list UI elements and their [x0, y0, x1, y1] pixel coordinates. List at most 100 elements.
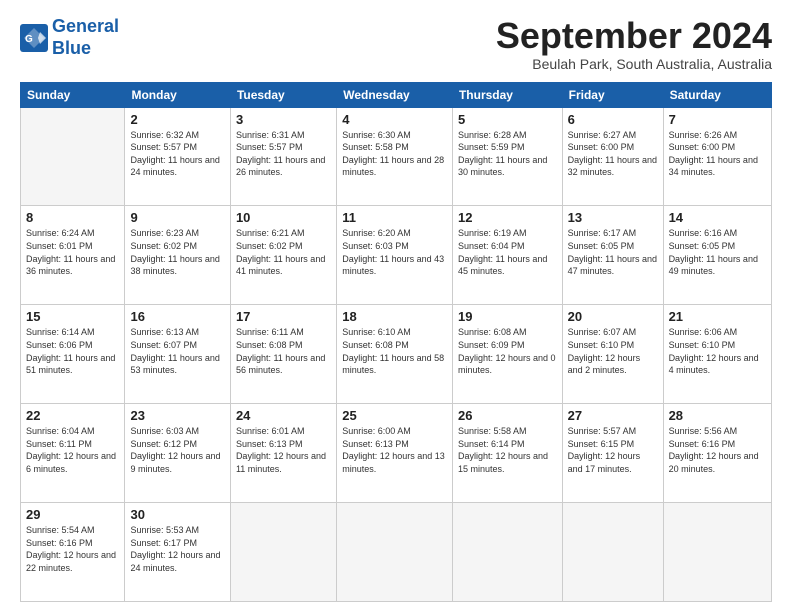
day-info: Sunrise: 6:26 AMSunset: 6:00 PMDaylight:…	[669, 129, 766, 179]
table-row: 15 Sunrise: 6:14 AMSunset: 6:06 PMDayligh…	[21, 305, 125, 404]
table-row	[21, 107, 125, 206]
day-number: 29	[26, 507, 119, 522]
day-number: 21	[669, 309, 766, 324]
table-row: 13Sunrise: 6:17 AMSunset: 6:05 PMDayligh…	[562, 206, 663, 305]
col-tuesday: Tuesday	[230, 82, 336, 107]
day-info: Sunrise: 6:07 AMSunset: 6:10 PMDaylight:…	[568, 326, 658, 376]
table-row	[663, 503, 771, 602]
table-row: 5 Sunrise: 6:28 AMSunset: 5:59 PMDaylight…	[452, 107, 562, 206]
table-row	[562, 503, 663, 602]
title-block: September 2024 Beulah Park, South Austra…	[496, 16, 772, 72]
day-info: Sunrise: 6:27 AMSunset: 6:00 PMDaylight:…	[568, 129, 658, 179]
day-number: 3	[236, 112, 331, 127]
table-row: 10 Sunrise: 6:21 AMSunset: 6:02 PMDayligh…	[230, 206, 336, 305]
calendar-row: 29Sunrise: 5:54 AMSunset: 6:16 PMDayligh…	[21, 503, 772, 602]
table-row: 3 Sunrise: 6:31 AMSunset: 5:57 PMDaylight…	[230, 107, 336, 206]
day-number: 2	[130, 112, 224, 127]
table-row: 18Sunrise: 6:10 AMSunset: 6:08 PMDayligh…	[337, 305, 453, 404]
day-info: Sunrise: 6:31 AMSunset: 5:57 PMDaylight:…	[236, 129, 331, 179]
day-number: 19	[458, 309, 557, 324]
table-row: 17 Sunrise: 6:11 AMSunset: 6:08 PMDayligh…	[230, 305, 336, 404]
day-number: 23	[130, 408, 224, 423]
col-sunday: Sunday	[21, 82, 125, 107]
day-info: Sunrise: 6:00 AMSunset: 6:13 PMDaylight:…	[342, 425, 447, 475]
day-info: Sunrise: 6:32 AMSunset: 5:57 PMDaylight:…	[130, 129, 224, 179]
day-info: Sunrise: 6:14 AMSunset: 6:06 PMDaylight:…	[26, 326, 119, 376]
col-monday: Monday	[125, 82, 230, 107]
day-info: Sunrise: 6:11 AMSunset: 6:08 PMDaylight:…	[236, 326, 331, 376]
calendar-row: 2 Sunrise: 6:32 AMSunset: 5:57 PMDaylight…	[21, 107, 772, 206]
day-number: 13	[568, 210, 658, 225]
day-number: 4	[342, 112, 447, 127]
table-row: 20 Sunrise: 6:07 AMSunset: 6:10 PMDayligh…	[562, 305, 663, 404]
day-info: Sunrise: 6:23 AMSunset: 6:02 PMDaylight:…	[130, 227, 224, 277]
day-info: Sunrise: 6:06 AMSunset: 6:10 PMDaylight:…	[669, 326, 766, 376]
day-info: Sunrise: 6:30 AMSunset: 5:58 PMDaylight:…	[342, 129, 447, 179]
day-number: 6	[568, 112, 658, 127]
header: G General Blue September 2024 Beulah Par…	[20, 16, 772, 72]
table-row: 9 Sunrise: 6:23 AMSunset: 6:02 PMDaylight…	[125, 206, 230, 305]
table-row: 24Sunrise: 6:01 AMSunset: 6:13 PMDayligh…	[230, 404, 336, 503]
table-row: 29Sunrise: 5:54 AMSunset: 6:16 PMDayligh…	[21, 503, 125, 602]
day-number: 30	[130, 507, 224, 522]
day-number: 17	[236, 309, 331, 324]
logo-icon: G	[20, 24, 48, 52]
table-row: 4 Sunrise: 6:30 AMSunset: 5:58 PMDaylight…	[337, 107, 453, 206]
logo: G General Blue	[20, 16, 119, 59]
day-number: 16	[130, 309, 224, 324]
day-info: Sunrise: 6:24 AMSunset: 6:01 PMDaylight:…	[26, 227, 119, 277]
day-info: Sunrise: 6:21 AMSunset: 6:02 PMDaylight:…	[236, 227, 331, 277]
day-number: 26	[458, 408, 557, 423]
table-row: 30 Sunrise: 5:53 AMSunset: 6:17 PMDayligh…	[125, 503, 230, 602]
header-row: Sunday Monday Tuesday Wednesday Thursday…	[21, 82, 772, 107]
logo-text: General Blue	[52, 16, 119, 59]
day-number: 5	[458, 112, 557, 127]
day-number: 28	[669, 408, 766, 423]
calendar-row: 22 Sunrise: 6:04 AMSunset: 6:11 PMDayligh…	[21, 404, 772, 503]
day-number: 11	[342, 210, 447, 225]
day-info: Sunrise: 6:10 AMSunset: 6:08 PMDaylight:…	[342, 326, 447, 376]
table-row: 21 Sunrise: 6:06 AMSunset: 6:10 PMDayligh…	[663, 305, 771, 404]
day-info: Sunrise: 6:04 AMSunset: 6:11 PMDaylight:…	[26, 425, 119, 475]
day-info: Sunrise: 6:01 AMSunset: 6:13 PMDaylight:…	[236, 425, 331, 475]
day-number: 22	[26, 408, 119, 423]
table-row	[452, 503, 562, 602]
day-number: 9	[130, 210, 224, 225]
svg-text:G: G	[25, 34, 33, 45]
calendar-row: 15 Sunrise: 6:14 AMSunset: 6:06 PMDayligh…	[21, 305, 772, 404]
table-row	[337, 503, 453, 602]
day-number: 15	[26, 309, 119, 324]
table-row: 26 Sunrise: 5:58 AMSunset: 6:14 PMDayligh…	[452, 404, 562, 503]
table-row: 27Sunrise: 5:57 AMSunset: 6:15 PMDayligh…	[562, 404, 663, 503]
col-saturday: Saturday	[663, 82, 771, 107]
calendar-table: Sunday Monday Tuesday Wednesday Thursday…	[20, 82, 772, 602]
table-row	[230, 503, 336, 602]
day-info: Sunrise: 5:53 AMSunset: 6:17 PMDaylight:…	[130, 524, 224, 574]
calendar-page: G General Blue September 2024 Beulah Par…	[0, 0, 792, 612]
table-row: 11 Sunrise: 6:20 AMSunset: 6:03 PMDayligh…	[337, 206, 453, 305]
day-number: 14	[669, 210, 766, 225]
day-number: 12	[458, 210, 557, 225]
day-info: Sunrise: 6:19 AMSunset: 6:04 PMDaylight:…	[458, 227, 557, 277]
table-row: 19Sunrise: 6:08 AMSunset: 6:09 PMDayligh…	[452, 305, 562, 404]
table-row: 8Sunrise: 6:24 AMSunset: 6:01 PMDaylight…	[21, 206, 125, 305]
logo-general: General	[52, 16, 119, 36]
day-number: 27	[568, 408, 658, 423]
col-thursday: Thursday	[452, 82, 562, 107]
month-title: September 2024	[496, 16, 772, 56]
col-wednesday: Wednesday	[337, 82, 453, 107]
table-row: 6 Sunrise: 6:27 AMSunset: 6:00 PMDaylight…	[562, 107, 663, 206]
day-info: Sunrise: 6:03 AMSunset: 6:12 PMDaylight:…	[130, 425, 224, 475]
table-row: 25Sunrise: 6:00 AMSunset: 6:13 PMDayligh…	[337, 404, 453, 503]
day-number: 7	[669, 112, 766, 127]
table-row: 14Sunrise: 6:16 AMSunset: 6:05 PMDayligh…	[663, 206, 771, 305]
day-number: 20	[568, 309, 658, 324]
day-info: Sunrise: 5:56 AMSunset: 6:16 PMDaylight:…	[669, 425, 766, 475]
day-info: Sunrise: 6:13 AMSunset: 6:07 PMDaylight:…	[130, 326, 224, 376]
day-info: Sunrise: 5:58 AMSunset: 6:14 PMDaylight:…	[458, 425, 557, 475]
table-row: 22 Sunrise: 6:04 AMSunset: 6:11 PMDayligh…	[21, 404, 125, 503]
day-info: Sunrise: 6:28 AMSunset: 5:59 PMDaylight:…	[458, 129, 557, 179]
day-number: 10	[236, 210, 331, 225]
calendar-row: 8Sunrise: 6:24 AMSunset: 6:01 PMDaylight…	[21, 206, 772, 305]
day-info: Sunrise: 6:20 AMSunset: 6:03 PMDaylight:…	[342, 227, 447, 277]
